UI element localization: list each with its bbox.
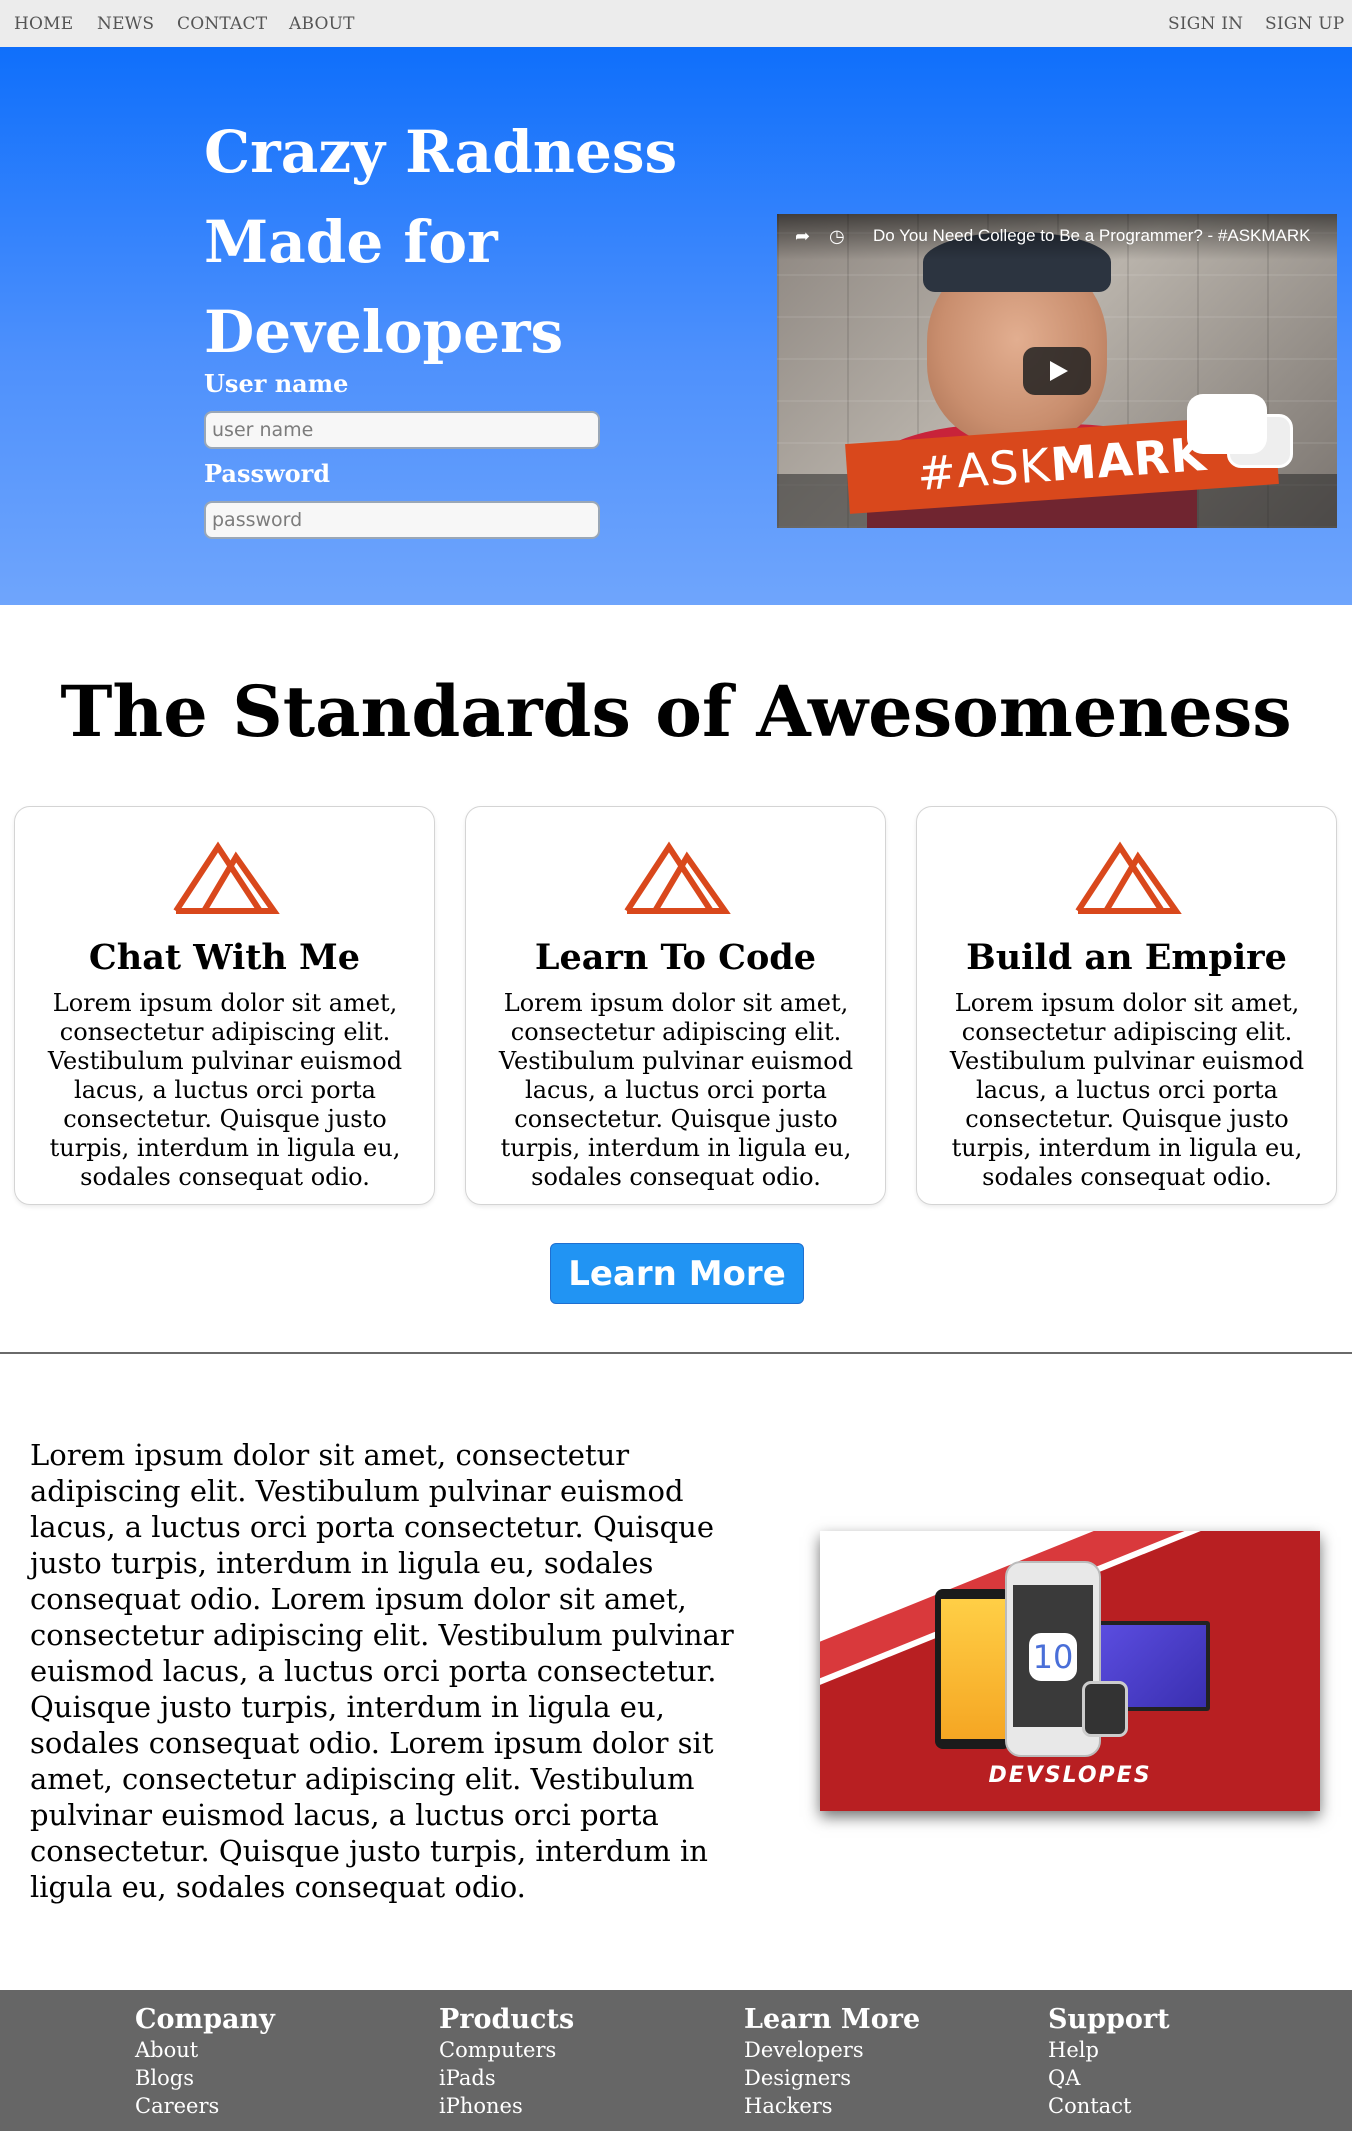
video-banner-bold: MARK: [1048, 426, 1209, 492]
share-icon[interactable]: ➦: [795, 226, 819, 248]
password-input[interactable]: [204, 501, 600, 539]
play-button-icon[interactable]: [1023, 347, 1091, 395]
learn-more-button[interactable]: Learn More: [550, 1243, 804, 1304]
footer-link[interactable]: Hackers: [744, 2092, 920, 2120]
tablet-icon: [935, 1589, 1011, 1749]
card-title: Learn To Code: [534, 937, 817, 978]
mountain-icon: [173, 841, 280, 914]
phone-screen: 10: [1013, 1585, 1093, 1727]
hero-title: Crazy Radness Made for Developers: [204, 118, 678, 366]
chat-bubble-icon: [1187, 394, 1267, 454]
footer-link[interactable]: Computers: [439, 2036, 574, 2064]
nav-sign-up-link[interactable]: SIGN UP: [1265, 14, 1344, 34]
footer-heading: Products: [439, 2004, 575, 2035]
nav-sign-in-link[interactable]: SIGN IN: [1168, 14, 1243, 34]
section-divider: [0, 1352, 1352, 1354]
footer-heading: Learn More: [744, 2004, 921, 2035]
nav-contact-link[interactable]: CONTACT: [177, 14, 267, 34]
video-title[interactable]: Do You Need College to Be a Programmer? …: [873, 226, 1311, 246]
footer-link[interactable]: Developers: [744, 2036, 920, 2064]
watch-later-icon[interactable]: ◷: [829, 226, 853, 248]
promo-brand: DEVSLOPES: [988, 1763, 1152, 1788]
footer-link[interactable]: iPads: [439, 2064, 574, 2092]
card-text: Lorem ipsum dolor sit amet, consectetur …: [47, 989, 403, 1191]
footer-link[interactable]: Careers: [135, 2092, 275, 2120]
footer: Company About Blogs Careers Products Com…: [0, 1990, 1352, 2131]
card-title: Chat With Me: [88, 937, 361, 978]
footer-column-support: Support Help QA Contact: [1048, 2004, 1170, 2120]
footer-link[interactable]: Contact: [1048, 2092, 1170, 2120]
nav-about-link[interactable]: ABOUT: [289, 14, 355, 34]
devslopes-promo-image: 10 DEVSLOPES: [820, 1531, 1320, 1811]
card-text: Lorem ipsum dolor sit amet, consectetur …: [949, 989, 1305, 1191]
mountain-icon: [624, 841, 731, 914]
footer-link[interactable]: Blogs: [135, 2064, 275, 2092]
footer-link[interactable]: Help: [1048, 2036, 1170, 2064]
feature-card: Learn To Code Lorem ipsum dolor sit amet…: [465, 806, 886, 1205]
card-title: Build an Empire: [966, 937, 1287, 978]
username-label: User name: [204, 369, 349, 398]
video-banner-prefix: #ASK: [915, 437, 1053, 502]
footer-heading: Company: [135, 2004, 275, 2035]
footer-link[interactable]: Designers: [744, 2064, 920, 2092]
footer-heading: Support: [1048, 2004, 1170, 2035]
footer-link[interactable]: About: [135, 2036, 275, 2064]
footer-link[interactable]: QA: [1048, 2064, 1170, 2092]
hero-section: Crazy Radness Made for Developers User n…: [0, 47, 1352, 605]
footer-column-products: Products Computers iPads iPhones: [439, 2004, 574, 2120]
feature-card: Build an Empire Lorem ipsum dolor sit am…: [916, 806, 1337, 1205]
feature-card: Chat With Me Lorem ipsum dolor sit amet,…: [14, 806, 435, 1205]
username-input[interactable]: [204, 411, 600, 449]
password-label: Password: [204, 459, 331, 488]
footer-column-company: Company About Blogs Careers: [135, 2004, 275, 2120]
about-text: Lorem ipsum dolor sit amet, consectetur …: [30, 1438, 734, 1904]
card-text: Lorem ipsum dolor sit amet, consectetur …: [498, 989, 854, 1191]
ios-badge: 10: [1029, 1633, 1077, 1681]
footer-link[interactable]: iPhones: [439, 2092, 574, 2120]
standards-title: The Standards of Awesomeness: [60, 670, 1292, 753]
mountain-icon: [1075, 841, 1182, 914]
nav-news-link[interactable]: NEWS: [97, 14, 154, 34]
nav-home-link[interactable]: HOME: [14, 14, 73, 34]
top-nav: HOME NEWS CONTACT ABOUT SIGN IN SIGN UP: [0, 0, 1352, 48]
footer-column-learn-more: Learn More Developers Designers Hackers: [744, 2004, 920, 2120]
video-embed[interactable]: #ASKMARK ➦ ◷ Do You Need College to Be a…: [777, 214, 1337, 528]
watch-icon: [1082, 1681, 1128, 1737]
